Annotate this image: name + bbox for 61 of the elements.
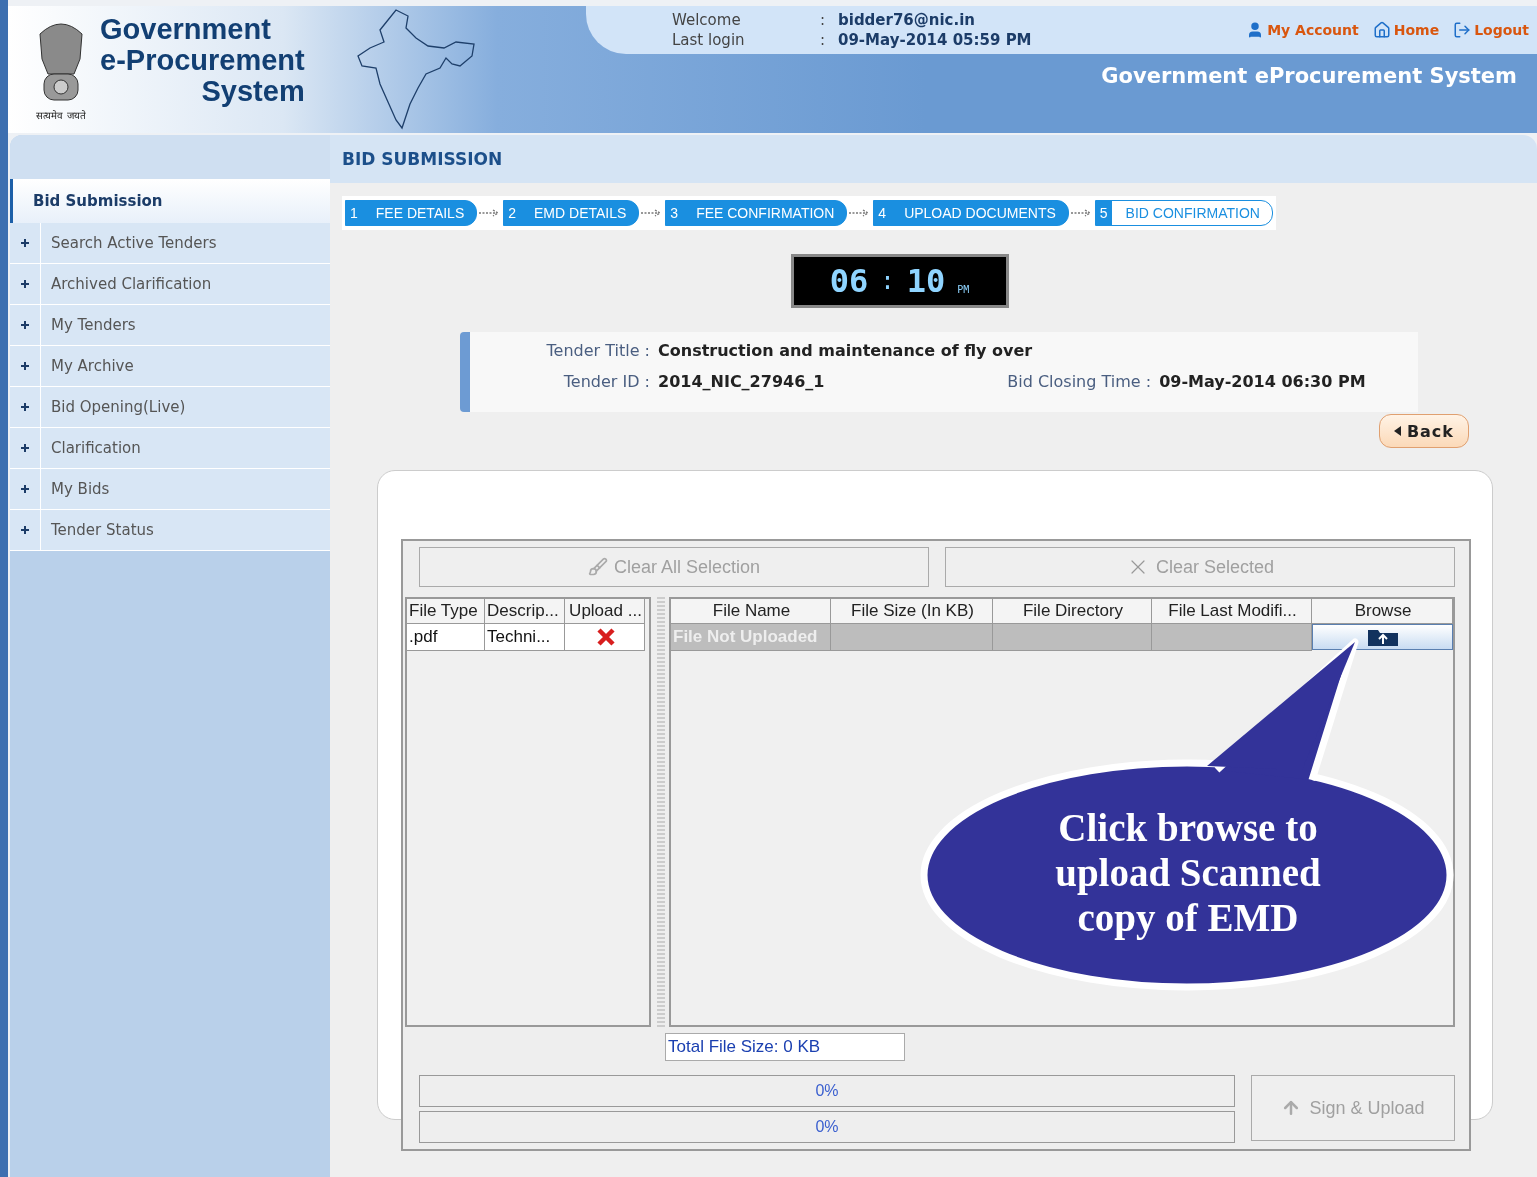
digital-clock: 06 : 10 PM: [790, 254, 1009, 308]
field-label: Tender ID :: [562, 372, 650, 393]
table-cell: .pdf: [407, 624, 485, 651]
header-link[interactable]: Home: [1372, 21, 1440, 39]
column-header: File Type: [407, 599, 485, 624]
table-cell: Techni...: [485, 624, 565, 651]
sidebar-item[interactable]: Archived Clarification: [10, 264, 330, 305]
sidebar-item[interactable]: My Tenders: [10, 305, 330, 346]
field-value: 09-May-2014 06:30 PM: [1159, 372, 1367, 393]
brush-icon: [587, 557, 608, 577]
caret-icon: [1393, 426, 1401, 436]
progress-reading: 0%: [815, 1118, 839, 1136]
header-link[interactable]: My Account: [1246, 21, 1359, 39]
total-size-field: Total File Size: 0 KB: [665, 1033, 905, 1061]
info-label: Welcome: [672, 11, 742, 29]
logo-text: Government: [100, 14, 271, 45]
field-label: Bid Closing Time :: [1006, 372, 1152, 393]
sidebar-title: Bid Submission: [10, 179, 330, 223]
column-header: File Last Modifi...: [1152, 599, 1312, 624]
sidebar-item[interactable]: Clarification: [10, 428, 330, 469]
expand-icon: [20, 402, 30, 412]
progress-reading: 0%: [815, 1082, 839, 1100]
field-label: Tender Title :: [545, 341, 650, 362]
logo-text: e-Procurement: [100, 45, 305, 76]
column-header: Browse: [1312, 599, 1453, 624]
back-button[interactable]: Back: [1378, 414, 1469, 448]
column-header: File Size (In KB): [831, 599, 993, 624]
info-value: bidder76@nic.in: [838, 11, 977, 29]
expand-icon: [20, 279, 30, 289]
sidebar-item[interactable]: Bid Opening(Live): [10, 387, 330, 428]
expand-icon: [20, 320, 30, 330]
home-icon: [1372, 21, 1391, 39]
logout-icon: [1453, 21, 1472, 39]
callout-text: Click browse to upload Scanned copy of EMD: [1054, 805, 1322, 940]
expand-icon: [20, 443, 30, 453]
page-title: BID SUBMISSION: [342, 149, 503, 169]
column-header: Upload ...: [565, 599, 645, 624]
header-link[interactable]: Logout: [1453, 21, 1529, 39]
folder-icon: [1366, 627, 1399, 647]
expand-icon: [20, 361, 30, 371]
separator-text: :: [820, 31, 827, 49]
expand-icon: [20, 484, 30, 494]
logo-text: System: [201, 76, 305, 107]
motto-text: सत्यमेव जयते: [36, 109, 86, 122]
sidebar-item[interactable]: My Bids: [10, 469, 330, 510]
column-header: File Name: [671, 599, 831, 624]
info-value: 09-May-2014 05:59 PM: [838, 31, 1032, 49]
info-label: Last login: [672, 31, 746, 49]
field-value: Construction and maintenance of fly over: [658, 341, 1034, 362]
sidebar-item[interactable]: My Archive: [10, 346, 330, 387]
sidebar-item[interactable]: Tender Status: [10, 510, 330, 551]
dotted-arrow-icon: [1070, 208, 1093, 218]
column-header: File Directory: [993, 599, 1152, 624]
separator-text: :: [820, 11, 827, 29]
system-name: Government eProcurement System: [1101, 64, 1517, 88]
sidebar-item[interactable]: Search Active Tenders: [10, 223, 330, 264]
column-header: Descrip...: [485, 599, 565, 624]
expand-icon: [20, 238, 30, 248]
field-value: 2014_NIC_27946_1: [658, 372, 826, 393]
browse-button[interactable]: [1312, 624, 1453, 650]
expand-icon: [20, 525, 30, 535]
